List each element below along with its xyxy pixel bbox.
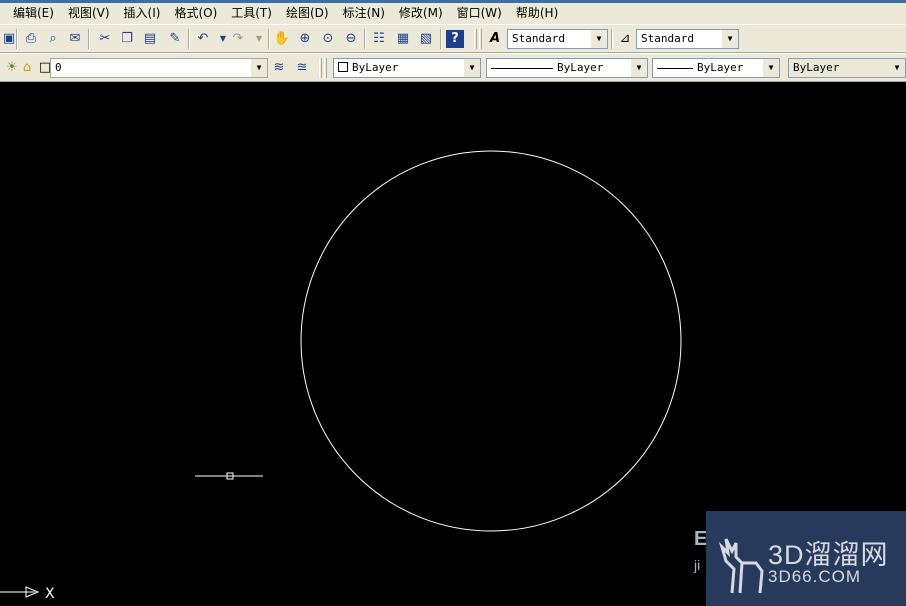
color-swatch <box>338 62 348 72</box>
plot-style-select[interactable]: ByLayer ▼ <box>788 58 906 78</box>
layers-properties-toolbar: ☀ ⌂ □ 0 ▼ ≋ ≊ ByLayer ▼ ByLayer ▼ ByLaye… <box>0 53 906 82</box>
menu-edit[interactable]: 编辑(E) <box>0 4 61 23</box>
properties-icon[interactable]: ☷ <box>370 30 388 48</box>
toolbar-separator <box>364 29 366 49</box>
toolbar-grip[interactable] <box>324 58 327 78</box>
lineweight-select[interactable]: ByLayer ▼ <box>652 58 780 78</box>
color-select[interactable]: ByLayer ▼ <box>333 58 481 78</box>
linetype-value: ByLayer <box>557 61 604 74</box>
match-properties-icon[interactable]: ✎ <box>166 30 184 48</box>
tool-palettes-icon[interactable]: ▧ <box>417 30 435 48</box>
chevron-down-icon[interactable]: ▼ <box>763 59 779 77</box>
dimension-style-icon[interactable]: ⊿ <box>616 30 634 48</box>
chevron-down-icon[interactable]: ▼ <box>631 59 647 77</box>
layer-lock-icon: ⌂ <box>22 60 32 75</box>
layer-previous-icon[interactable]: ≊ <box>293 59 311 77</box>
toolbar-separator <box>16 29 18 49</box>
layer-select[interactable]: 0 ▼ <box>50 58 268 78</box>
text-style-value: Standard <box>512 32 565 45</box>
menu-dimension[interactable]: 标注(N) <box>336 4 392 23</box>
color-value: ByLayer <box>352 61 399 74</box>
copy-icon[interactable]: ❐ <box>118 30 136 48</box>
toolbar-grip[interactable] <box>319 58 322 78</box>
menu-bar: 编辑(E) 视图(V) 插入(I) 格式(O) 工具(T) 绘图(D) 标注(N… <box>0 3 906 24</box>
linetype-select[interactable]: ByLayer ▼ <box>486 58 648 78</box>
toolbar-separator <box>611 29 613 49</box>
chevron-down-icon[interactable]: ▼ <box>722 30 738 48</box>
deer-logo-icon <box>718 538 764 594</box>
redo-dropdown-icon[interactable]: ▼ <box>250 30 268 48</box>
chevron-down-icon[interactable]: ▼ <box>464 59 480 77</box>
undo-icon[interactable]: ↶ <box>194 30 212 48</box>
paste-icon[interactable]: ▤ <box>141 30 159 48</box>
menu-draw[interactable]: 绘图(D) <box>279 4 336 23</box>
dimension-style-value: Standard <box>641 32 694 45</box>
toolbar-separator <box>188 29 190 49</box>
chevron-down-icon[interactable]: ▼ <box>591 30 607 48</box>
help-icon[interactable]: ? <box>446 30 464 48</box>
watermark-site: 3D66.COM <box>768 567 862 586</box>
toolbar-grip[interactable] <box>474 29 477 49</box>
chevron-down-icon[interactable]: ▼ <box>251 59 267 77</box>
circle-entity[interactable] <box>300 150 682 532</box>
publish-icon[interactable]: ✉ <box>66 30 84 48</box>
pan-realtime-icon[interactable]: ✋ <box>273 30 291 48</box>
dimension-style-select[interactable]: Standard ▼ <box>636 29 739 49</box>
menu-format[interactable]: 格式(O) <box>167 4 224 23</box>
linetype-sample <box>491 67 553 69</box>
text-style-icon[interactable]: A <box>486 30 504 48</box>
toolbar-separator <box>268 29 270 49</box>
menu-window[interactable]: 窗口(W) <box>450 4 509 23</box>
menu-view[interactable]: 视图(V) <box>61 4 117 23</box>
print-icon[interactable]: ⎙ <box>22 30 40 48</box>
zoom-window-icon[interactable]: ⊙ <box>319 30 337 48</box>
chevron-down-icon[interactable]: ▼ <box>889 59 905 77</box>
menu-tools[interactable]: 工具(T) <box>224 4 279 23</box>
zoom-realtime-icon[interactable]: ⊕ <box>296 30 314 48</box>
menu-insert[interactable]: 插入(I) <box>117 4 168 23</box>
menu-modify[interactable]: 修改(M) <box>392 4 450 23</box>
toolbar-grip[interactable] <box>479 29 482 49</box>
lineweight-value: ByLayer <box>697 61 744 74</box>
print-preview-icon[interactable]: ⌕ <box>44 30 62 48</box>
ucs-x-label: X <box>45 586 55 602</box>
layer-value: 0 <box>55 61 62 74</box>
plot-style-value: ByLayer <box>793 61 840 74</box>
redo-icon[interactable]: ↷ <box>229 30 247 48</box>
zoom-previous-icon[interactable]: ⊖ <box>342 30 360 48</box>
cut-icon[interactable]: ✂ <box>96 30 114 48</box>
text-style-select[interactable]: Standard ▼ <box>507 29 608 49</box>
toolbar-separator <box>88 29 90 49</box>
lineweight-sample <box>657 67 693 69</box>
layer-manager-icon[interactable]: ≋ <box>270 59 288 77</box>
standard-toolbar: ▣ ⎙ ⌕ ✉ ✂ ❐ ▤ ✎ ↶ ▼ ↷ ▼ ✋ ⊕ ⊙ ⊖ ☷ ▦ ▧ ? … <box>0 24 906 53</box>
site-watermark: 3D溜溜网 3D66.COM <box>706 511 906 606</box>
design-center-icon[interactable]: ▦ <box>394 30 412 48</box>
toolbar-separator <box>440 29 442 49</box>
menu-help[interactable]: 帮助(H) <box>509 4 565 23</box>
